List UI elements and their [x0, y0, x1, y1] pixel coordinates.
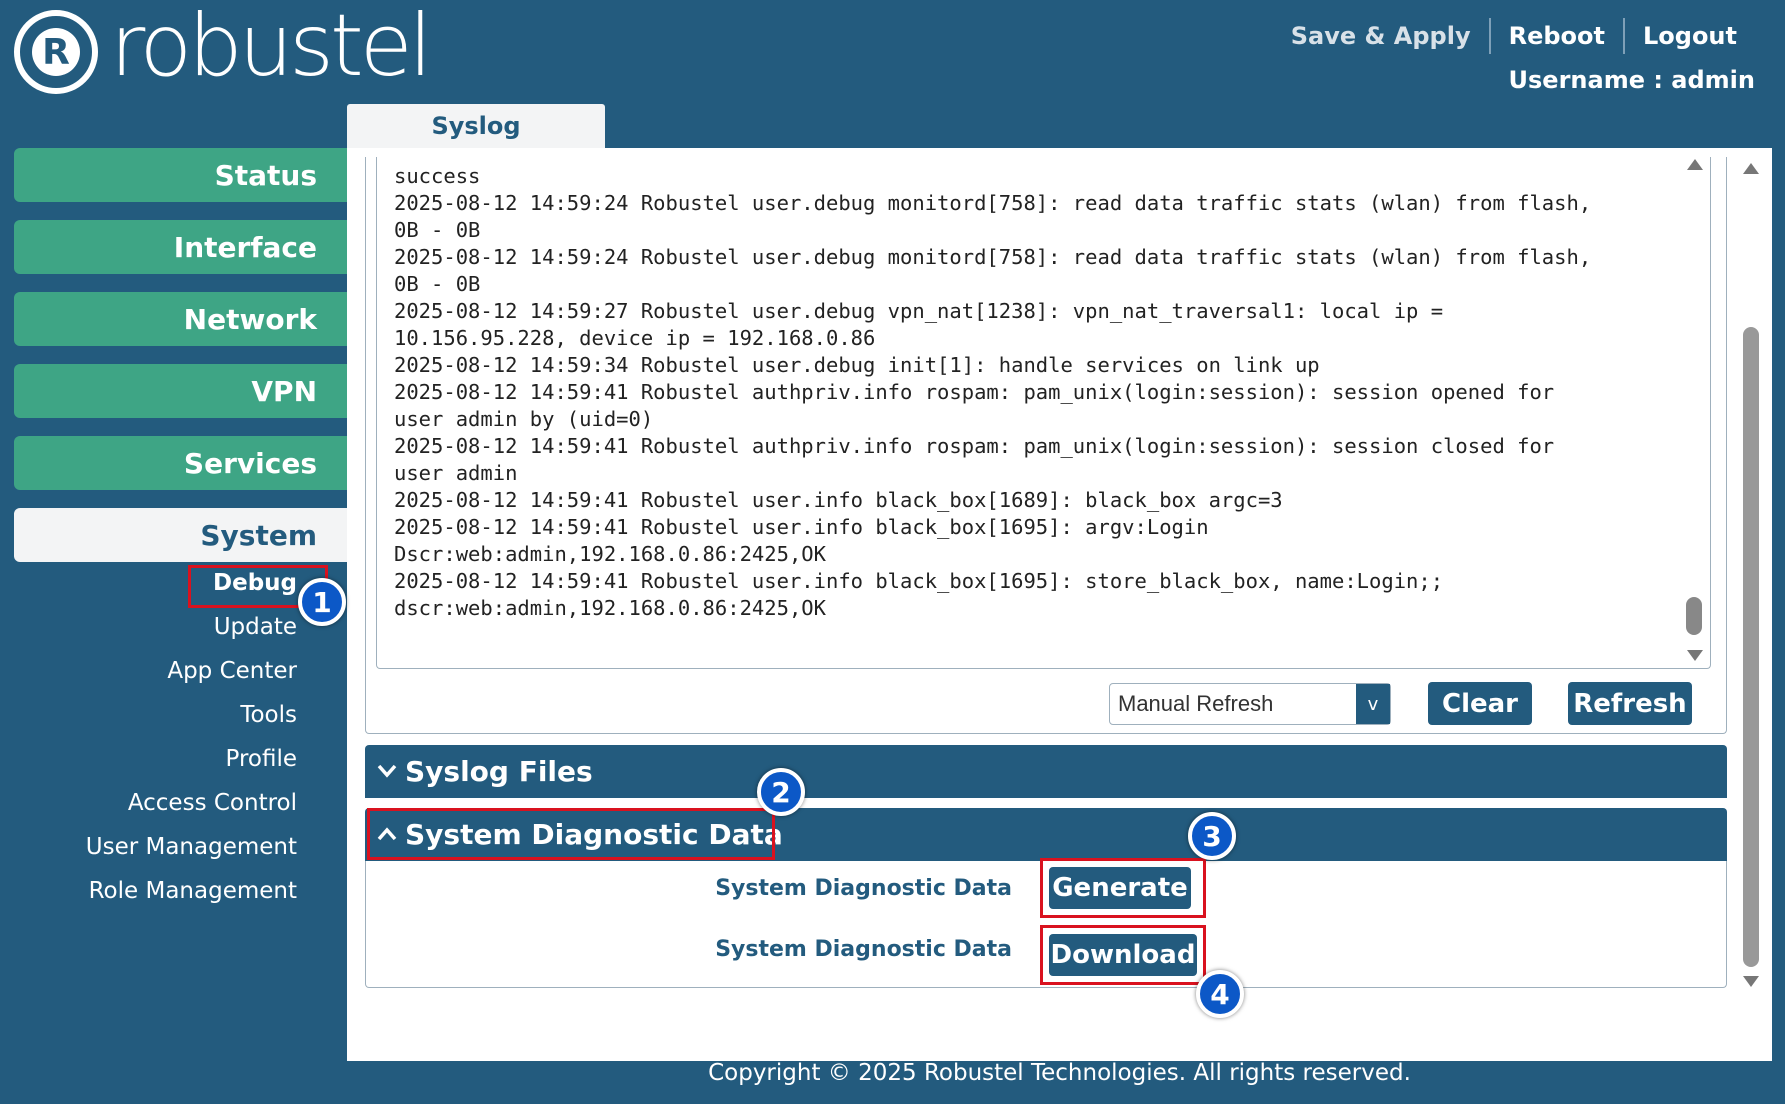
nav-interface[interactable]: Interface [14, 220, 347, 274]
chevron-down-icon[interactable]: v [1356, 684, 1390, 724]
nav-status[interactable]: Status [14, 148, 347, 202]
logo-text: robustel [110, 0, 433, 96]
save-apply-link[interactable]: Save & Apply [1273, 22, 1489, 50]
syslog-files-title: Syslog Files [405, 755, 593, 788]
diag-generate-label: System Diagnostic Data [715, 876, 1012, 901]
generate-button[interactable]: Generate [1049, 867, 1191, 909]
sidebar-item-update[interactable]: Update [214, 614, 297, 640]
refresh-mode-select[interactable]: Manual Refresh v [1109, 683, 1391, 725]
sidebar-item-tools[interactable]: Tools [240, 702, 297, 728]
log-text: success 2025-08-12 14:59:24 Robustel use… [394, 164, 1592, 620]
nav-system[interactable]: System [14, 508, 347, 562]
logo-mark-icon: R [14, 10, 98, 94]
sidebar-item-debug[interactable]: Debug [213, 570, 297, 596]
chevron-down-icon [375, 759, 399, 784]
system-diagnostic-body [365, 861, 1727, 988]
footer-copyright: Copyright © 2025 Robustel Technologies. … [708, 1060, 1411, 1086]
nav-network[interactable]: Network [14, 292, 347, 346]
system-diagnostic-title: System Diagnostic Data [405, 818, 783, 851]
refresh-button[interactable]: Refresh [1568, 682, 1692, 725]
log-scrollbar[interactable] [1683, 157, 1705, 663]
nav-vpn[interactable]: VPN [14, 364, 347, 418]
reboot-link[interactable]: Reboot [1491, 22, 1623, 50]
top-links: Save & Apply Reboot Logout [1273, 18, 1755, 54]
chevron-up-icon [375, 822, 399, 847]
nav-services[interactable]: Services [14, 436, 347, 490]
page-scrollbar[interactable] [1737, 157, 1765, 993]
scroll-up-icon[interactable] [1687, 159, 1703, 170]
clear-button[interactable]: Clear [1428, 682, 1532, 725]
sidebar-item-access-control[interactable]: Access Control [128, 790, 297, 816]
sidebar-item-app-center[interactable]: App Center [167, 658, 297, 684]
scroll-thumb[interactable] [1743, 327, 1759, 967]
sidebar-item-profile[interactable]: Profile [225, 746, 297, 772]
diag-download-label: System Diagnostic Data [715, 937, 1012, 962]
refresh-mode-value: Manual Refresh [1118, 691, 1274, 716]
step-marker-3: 3 [1188, 812, 1236, 860]
step-marker-1: 1 [298, 578, 346, 626]
scroll-down-icon[interactable] [1687, 650, 1703, 661]
sidebar-item-role-management[interactable]: Role Management [89, 878, 297, 904]
tab-syslog[interactable]: Syslog [347, 104, 605, 148]
step-marker-4: 4 [1196, 970, 1244, 1018]
sidebar-item-user-management[interactable]: User Management [86, 834, 297, 860]
syslog-files-header[interactable]: Syslog Files [365, 745, 1727, 798]
scroll-thumb[interactable] [1686, 597, 1702, 635]
username-label: Username : admin [1508, 66, 1755, 94]
step-marker-2: 2 [757, 768, 805, 816]
scroll-up-icon[interactable] [1743, 163, 1759, 174]
download-button[interactable]: Download [1049, 934, 1197, 976]
system-diagnostic-header[interactable]: System Diagnostic Data [365, 808, 1727, 861]
robustel-logo: R robustel [14, 0, 434, 96]
scroll-down-icon[interactable] [1743, 976, 1759, 987]
logout-link[interactable]: Logout [1625, 22, 1755, 50]
